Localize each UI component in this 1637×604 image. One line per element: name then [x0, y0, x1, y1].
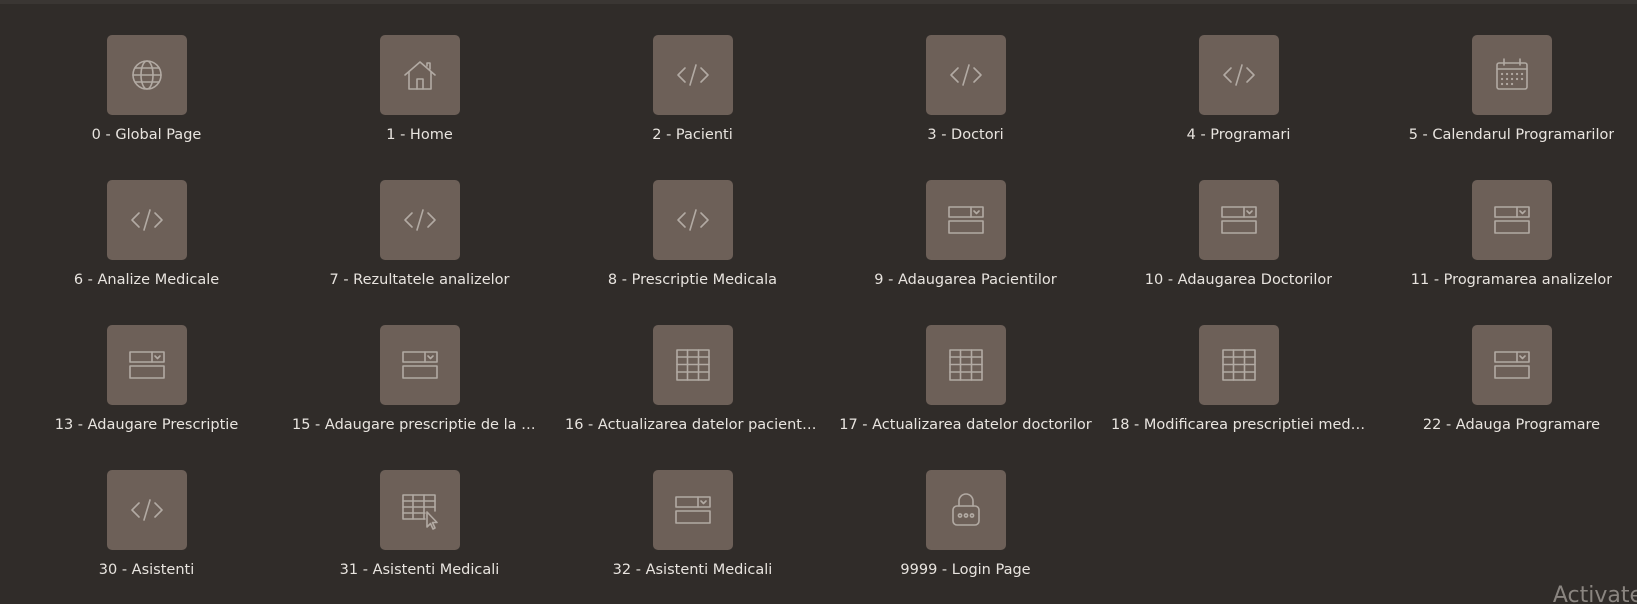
form-icon	[1493, 206, 1530, 234]
code-icon	[1222, 64, 1255, 86]
page-designer-grid: 0 - Global Page 1 - Home 2 - Pacienti 3 - D…	[0, 0, 1637, 604]
calendar-icon	[1495, 58, 1528, 90]
page-tile-label[interactable]: 18 - Modificarea prescriptiei medicale	[1111, 417, 1366, 433]
page-tile[interactable]: 31 - Asistenti Medicali	[283, 439, 556, 579]
page-icon-box[interactable]	[925, 180, 1006, 260]
code-icon	[676, 64, 709, 86]
page-icon-box[interactable]	[106, 470, 187, 550]
page-tile[interactable]: 0 - Global Page	[10, 4, 283, 144]
page-tile-label[interactable]: 9 - Adaugarea Pacientilor	[874, 272, 1056, 288]
form-icon	[1493, 351, 1530, 379]
page-icon-box[interactable]	[379, 470, 460, 550]
page-tile[interactable]: 2 - Pacienti	[556, 4, 829, 144]
page-tile[interactable]: 30 - Asistenti	[10, 439, 283, 579]
page-icon-box[interactable]	[652, 35, 733, 115]
page-tile-label[interactable]: 1 - Home	[386, 127, 453, 143]
grid-icon	[1221, 349, 1256, 381]
page-icon-box[interactable]	[379, 35, 460, 115]
page-tile[interactable]: 6 - Analize Medicale	[10, 149, 283, 289]
page-tile-label[interactable]: 32 - Asistenti Medicali	[613, 562, 773, 578]
page-icon-box[interactable]	[106, 325, 187, 405]
page-tile-label[interactable]: 4 - Programari	[1187, 127, 1291, 143]
page-tile[interactable]: 16 - Actualizarea datelor pacientilor	[556, 294, 829, 434]
page-tile-label[interactable]: 5 - Calendarul Programarilor	[1409, 127, 1615, 143]
page-tile[interactable]: 9 - Adaugarea Pacientilor	[829, 149, 1102, 289]
form-icon	[401, 351, 438, 379]
page-tile[interactable]: 4 - Programari	[1102, 4, 1375, 144]
page-tile[interactable]: 22 - Adauga Programare	[1375, 294, 1637, 434]
page-tile-label[interactable]: 0 - Global Page	[92, 127, 202, 143]
page-tile-label[interactable]: 2 - Pacienti	[652, 127, 732, 143]
form-icon	[1220, 206, 1257, 234]
page-tile-label[interactable]: 17 - Actualizarea datelor doctorilor	[839, 417, 1092, 433]
page-icon-box[interactable]	[1471, 325, 1552, 405]
page-icon-box[interactable]	[652, 470, 733, 550]
code-icon	[676, 209, 709, 231]
activate-watermark: Activate	[1552, 583, 1637, 604]
page-icon-box[interactable]	[1471, 180, 1552, 260]
page-icon-box[interactable]	[925, 325, 1006, 405]
page-icon-box[interactable]	[925, 470, 1006, 550]
page-tile[interactable]: 5 - Calendarul Programarilor	[1375, 4, 1637, 144]
page-icon-box[interactable]	[1198, 180, 1279, 260]
page-tile[interactable]: 7 - Rezultatele analizelor	[283, 149, 556, 289]
page-tile-label[interactable]: 11 - Programarea analizelor	[1411, 272, 1612, 288]
globe-icon	[131, 60, 162, 90]
page-tile[interactable]: 17 - Actualizarea datelor doctorilor	[829, 294, 1102, 434]
home-icon	[403, 61, 436, 90]
page-icon-box[interactable]	[106, 180, 187, 260]
page-tile[interactable]: 11 - Programarea analizelor	[1375, 149, 1637, 289]
code-icon	[130, 499, 163, 521]
page-tile-label[interactable]: 9999 - Login Page	[900, 562, 1030, 578]
page-tile[interactable]: 8 - Prescriptie Medicala	[556, 149, 829, 289]
page-tile[interactable]: 32 - Asistenti Medicali	[556, 439, 829, 579]
interactive-grid-icon	[401, 494, 438, 530]
page-tile[interactable]: 1 - Home	[283, 4, 556, 144]
page-tile-label[interactable]: 16 - Actualizarea datelor pacientilor	[565, 417, 820, 433]
page-tile[interactable]: 15 - Adaugare prescriptie de la mai ...	[283, 294, 556, 434]
page-tile-label[interactable]: 13 - Adaugare Prescriptie	[55, 417, 239, 433]
page-icon-box[interactable]	[379, 325, 460, 405]
page-icon-box[interactable]	[1198, 35, 1279, 115]
page-tile[interactable]: 13 - Adaugare Prescriptie	[10, 294, 283, 434]
page-tile-label[interactable]: 3 - Doctori	[927, 127, 1003, 143]
page-tile[interactable]: 3 - Doctori	[829, 4, 1102, 144]
form-icon	[674, 496, 711, 524]
page-icon-box[interactable]	[925, 35, 1006, 115]
page-icon-box[interactable]	[379, 180, 460, 260]
code-icon	[403, 209, 436, 231]
page-icon-box[interactable]	[652, 180, 733, 260]
page-tile-label[interactable]: 8 - Prescriptie Medicala	[608, 272, 777, 288]
page-tile-label[interactable]: 22 - Adauga Programare	[1423, 417, 1600, 433]
grid-icon	[948, 349, 983, 381]
form-icon	[128, 351, 165, 379]
code-icon	[949, 64, 982, 86]
page-icon-box[interactable]	[652, 325, 733, 405]
page-icon-box[interactable]	[1198, 325, 1279, 405]
lock-icon	[951, 493, 980, 526]
page-tile[interactable]: 10 - Adaugarea Doctorilor	[1102, 149, 1375, 289]
page-tile-label[interactable]: 7 - Rezultatele analizelor	[330, 272, 510, 288]
form-icon	[947, 206, 984, 234]
code-icon	[130, 209, 163, 231]
page-icon-box[interactable]	[1471, 35, 1552, 115]
page-tile-label[interactable]: 31 - Asistenti Medicali	[340, 562, 500, 578]
page-tile-label[interactable]: 10 - Adaugarea Doctorilor	[1145, 272, 1332, 288]
page-tile[interactable]: 18 - Modificarea prescriptiei medicale	[1102, 294, 1375, 434]
page-icon-box[interactable]	[106, 35, 187, 115]
page-tile-label[interactable]: 6 - Analize Medicale	[74, 272, 219, 288]
page-tile[interactable]: 9999 - Login Page	[829, 439, 1102, 579]
page-tile-label[interactable]: 15 - Adaugare prescriptie de la mai ...	[292, 417, 547, 433]
page-tile-label[interactable]: 30 - Asistenti	[99, 562, 194, 578]
grid-icon	[675, 349, 710, 381]
